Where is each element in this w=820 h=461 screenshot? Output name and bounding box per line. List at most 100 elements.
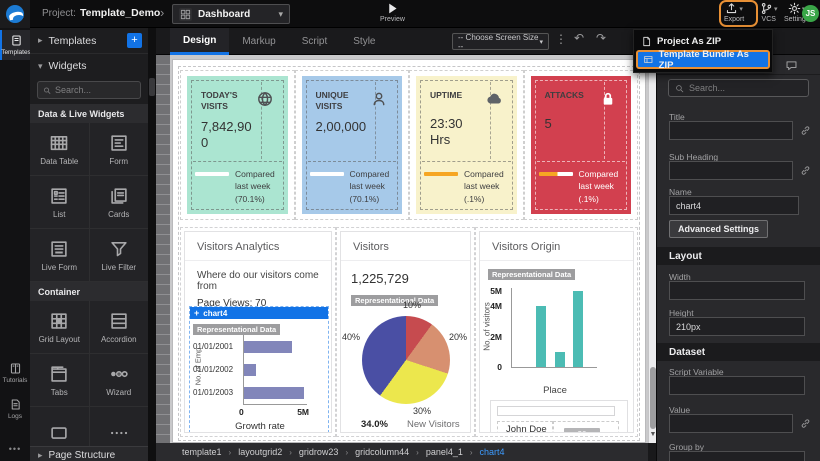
sub-heading-field[interactable]	[669, 161, 793, 180]
design-canvas[interactable]: TODAY'S VISITS7,842,900Compared last wee…	[170, 55, 648, 443]
logs-icon	[9, 398, 22, 411]
bar	[536, 306, 546, 367]
representational-data-badge: Representational Data	[488, 269, 575, 280]
widgets-section-header[interactable]: ▾ Widgets	[30, 54, 148, 78]
page-selector-value: Dashboard	[198, 9, 272, 20]
progress-bar	[310, 172, 344, 176]
grid-cell: TODAY'S VISITS7,842,900Compared last wee…	[180, 70, 295, 220]
widget-tile-tabs[interactable]: Tabs	[30, 354, 89, 406]
stat-card-unique-visits[interactable]: UNIQUE VISITS2,00,000Compared last week …	[302, 76, 403, 214]
chat-icon[interactable]	[785, 59, 798, 72]
bind-icon[interactable]	[800, 165, 811, 176]
script-variable-field[interactable]	[669, 376, 805, 395]
widget-tile-label: Wizard	[106, 388, 131, 397]
name-field[interactable]	[669, 196, 799, 215]
form-icon	[109, 133, 129, 153]
group-by-field[interactable]	[669, 451, 805, 461]
origin-table-widget[interactable]: John Doe 20	[490, 400, 628, 433]
title-field[interactable]	[669, 121, 793, 140]
tutorials-icon	[9, 362, 22, 375]
value-field[interactable]	[669, 414, 793, 433]
more-options-button[interactable]: •••	[0, 444, 30, 454]
layout-section-header[interactable]: Layout	[657, 247, 820, 265]
bar	[244, 387, 304, 399]
wavemaker-logo-icon	[6, 5, 24, 23]
file-icon	[641, 36, 652, 47]
rail-item-templates[interactable]: Templates	[0, 30, 30, 60]
tab-style[interactable]: Style	[340, 28, 388, 55]
dots-icon	[109, 423, 129, 443]
breadcrumb-item-chart4[interactable]: chart4	[480, 447, 505, 457]
pie-slice-label: 10%	[403, 300, 421, 310]
page-selector-dropdown[interactable]: Dashboard ▾	[172, 4, 290, 24]
user-avatar[interactable]: JS	[802, 5, 819, 22]
user-icon	[370, 90, 388, 108]
page-structure-header[interactable]: ▸ Page Structure	[30, 446, 148, 461]
redo-icon[interactable]: ↷	[596, 31, 606, 45]
bind-icon[interactable]	[800, 418, 811, 429]
breadcrumb-item-gridcolumn44[interactable]: gridcolumn44	[355, 447, 409, 457]
preview-button[interactable]: Preview	[380, 2, 405, 23]
advanced-settings-button[interactable]: Advanced Settings	[669, 220, 768, 238]
vcs-button[interactable]: ▾ VCS	[760, 2, 778, 23]
export-button[interactable]: ▾ Export	[724, 2, 744, 23]
widget-tile-wizard[interactable]: Wizard	[90, 354, 149, 406]
templates-section-header[interactable]: ▸ Templates +	[30, 28, 148, 54]
widget-tile-live-form[interactable]: Live Form	[30, 229, 89, 281]
visitors-analytics-panel[interactable]: Visitors Analytics Where do our visitors…	[184, 231, 332, 433]
export-menu-item[interactable]: Project As ZIP	[636, 33, 770, 50]
bind-icon[interactable]	[800, 125, 811, 136]
stat-card-today-s-visits[interactable]: TODAY'S VISITS7,842,900Compared last wee…	[187, 76, 288, 214]
gear-icon	[788, 2, 801, 15]
grid-cell: Visitors Analytics Where do our visitors…	[180, 227, 336, 437]
breadcrumb-item-template1[interactable]: template1	[182, 447, 222, 457]
table-cell-badge: 20	[553, 421, 619, 433]
selected-chart4-widget[interactable]: + chart4 Representational Data 01/01/200…	[189, 306, 329, 433]
visitors-panel[interactable]: Visitors 1,225,729 Representational Data…	[340, 231, 471, 433]
canvas-scrollbar[interactable]: ▼	[648, 55, 656, 443]
screen-size-dropdown[interactable]: -- Choose Screen Size -- ▾	[452, 33, 549, 50]
widget-tile-grid-layout[interactable]: Grid Layout	[30, 301, 89, 353]
width-field[interactable]	[669, 281, 805, 300]
grid-cell: UPTIME23:30 HrsCompared last week (.1%)	[409, 70, 524, 220]
tab-markup[interactable]: Markup	[229, 28, 288, 55]
kebab-menu-icon[interactable]: ⋮	[555, 32, 567, 46]
widget-tile-list[interactable]: List	[30, 176, 89, 228]
stat-card-uptime[interactable]: UPTIME23:30 HrsCompared last week (.1%)	[416, 76, 517, 214]
panel-resize-handle[interactable]	[149, 78, 155, 96]
visitors-origin-panel[interactable]: Visitors Origin Representational Data 5M…	[479, 231, 634, 433]
properties-search-input[interactable]	[689, 83, 794, 93]
x-tick: 0	[239, 407, 244, 417]
widget-search-input[interactable]	[55, 85, 135, 95]
cards-icon	[109, 186, 129, 206]
rail-item-label: Tutorials	[3, 377, 28, 384]
rail-item-tutorials[interactable]: Tutorials	[0, 358, 30, 388]
widget-breadcrumb: template1›layoutgrid2›gridrow23›gridcolu…	[156, 443, 648, 461]
partial-widget-tile[interactable]	[90, 407, 149, 446]
app-logo[interactable]	[0, 0, 30, 28]
partial-widget-tile[interactable]	[30, 407, 89, 446]
legend-row: 34.0%New Visitors	[361, 418, 471, 431]
widget-selection-header[interactable]: + chart4	[190, 307, 328, 319]
tab-design[interactable]: Design	[170, 28, 229, 55]
undo-icon[interactable]: ↶	[574, 31, 584, 45]
height-field[interactable]	[669, 317, 805, 336]
widget-tile-form[interactable]: Form	[90, 123, 149, 175]
chevron-right-icon: ▸	[38, 450, 43, 461]
add-template-button[interactable]: +	[127, 33, 142, 48]
breadcrumb-item-panel4_1[interactable]: panel4_1	[426, 447, 463, 457]
widget-tile-data-table[interactable]: Data Table	[30, 123, 89, 175]
export-menu-item[interactable]: Template Bundle As ZIP	[636, 50, 770, 69]
dataset-section-header[interactable]: Dataset	[657, 343, 820, 361]
tab-script[interactable]: Script	[289, 28, 341, 55]
stat-card-attacks[interactable]: ATTACKS5Compared last week (.1%)	[531, 76, 632, 214]
widget-tile-cards[interactable]: Cards	[90, 176, 149, 228]
breadcrumb-item-layoutgrid2[interactable]: layoutgrid2	[238, 447, 282, 457]
list-icon	[49, 186, 69, 206]
card-footer: Compared last week (.1%)	[539, 168, 626, 205]
rail-item-logs[interactable]: Logs	[0, 394, 30, 424]
widget-tile-live-filter[interactable]: Live Filter	[90, 229, 149, 281]
breadcrumb-item-gridrow23[interactable]: gridrow23	[299, 447, 339, 457]
table-search-field[interactable]	[497, 406, 615, 416]
widget-tile-accordion[interactable]: Accordion	[90, 301, 149, 353]
